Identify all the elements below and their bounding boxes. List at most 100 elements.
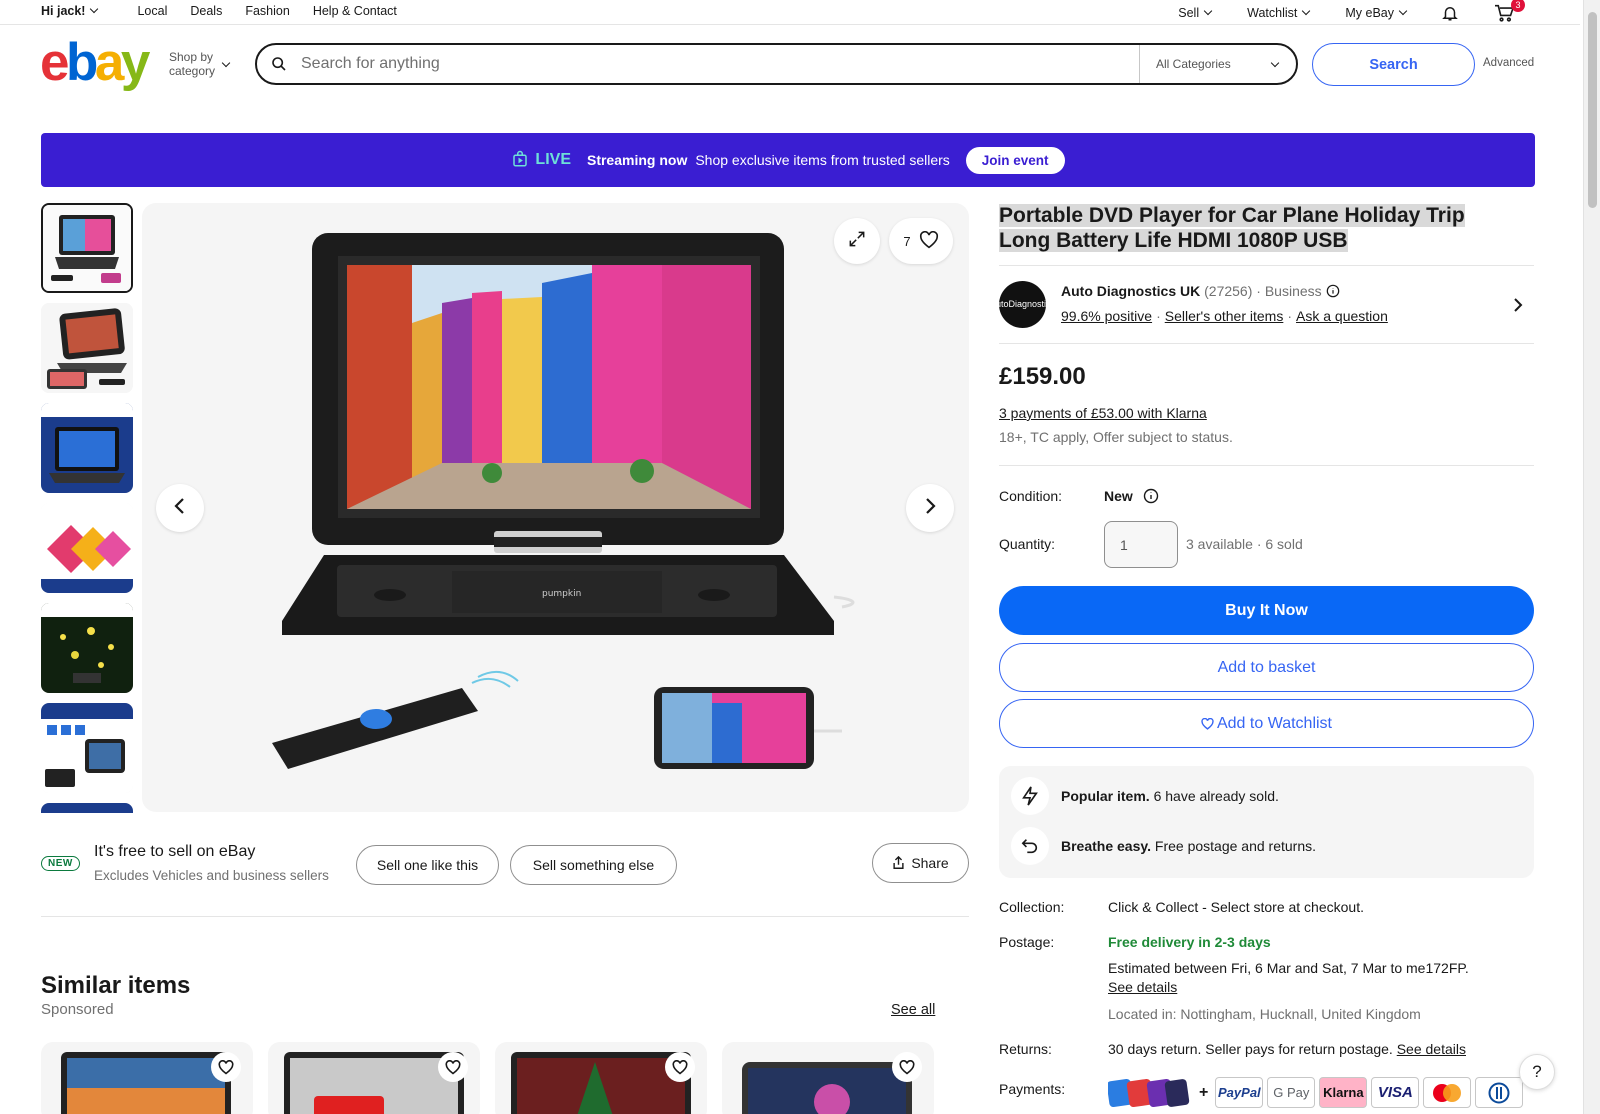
sellers-other-items-link[interactable]: Seller's other items — [1165, 308, 1284, 324]
share-button[interactable]: Share — [872, 843, 969, 883]
shop-by-line1: Shop by — [169, 50, 214, 64]
thumbnail-2[interactable] — [41, 303, 133, 393]
shop-by-category-button[interactable]: Shop by category — [169, 50, 231, 78]
item-highlights: Popular item. 6 have already sold. Breat… — [999, 766, 1534, 878]
payment-methods: + PayPal G Pay Klarna VISA — [1108, 1077, 1524, 1108]
condition-value: New — [1104, 488, 1159, 504]
nav-link-deals[interactable]: Deals — [190, 4, 222, 18]
seller-feedback-count: (27256) — [1204, 283, 1253, 299]
thumbnail-6[interactable] — [41, 703, 133, 793]
chevron-down-icon — [1302, 6, 1311, 16]
seller-name[interactable]: Auto Diagnostics UK — [1061, 283, 1200, 299]
payments-label: Payments: — [999, 1081, 1066, 1097]
divider — [999, 343, 1534, 344]
quantity-label: Quantity: — [999, 536, 1056, 552]
similar-item-card[interactable] — [495, 1042, 707, 1114]
advanced-search-link[interactable]: Advanced — [1483, 57, 1534, 69]
favorite-button[interactable]: 7 — [889, 218, 953, 264]
sell-something-else-button[interactable]: Sell something else — [510, 845, 677, 885]
free-to-sell-subtext: Excludes Vehicles and business sellers — [94, 868, 329, 883]
returns-value: 30 days return. Seller pays for return p… — [1108, 1041, 1466, 1057]
greeting-menu[interactable]: Hi jack! — [41, 4, 99, 18]
buy-it-now-button[interactable]: Buy It Now — [999, 586, 1534, 635]
positive-feedback-link[interactable]: 99.6% positive — [1061, 308, 1152, 324]
favorite-count: 7 — [903, 233, 911, 249]
postage-see-details-link[interactable]: See details — [1108, 979, 1177, 995]
info-icon[interactable] — [1143, 488, 1159, 504]
greeting-text: Hi jack! — [41, 4, 86, 18]
popular-item-row: Popular item. 6 have already sold. — [1011, 777, 1279, 815]
heart-icon — [919, 230, 939, 252]
search-icon — [257, 56, 301, 72]
see-all-link[interactable]: See all — [891, 1002, 935, 1018]
similar-item-card[interactable] — [268, 1042, 480, 1114]
thumbnail-3[interactable] — [41, 403, 133, 493]
join-event-button[interactable]: Join event — [965, 146, 1065, 174]
streaming-label: Streaming now — [586, 152, 688, 168]
chevron-down-icon — [1270, 58, 1280, 67]
collection-value: Click & Collect - Select store at checko… — [1108, 899, 1364, 915]
next-image-button[interactable] — [906, 484, 954, 532]
section-divider — [41, 916, 969, 917]
scrollbar-thumb[interactable] — [1588, 12, 1597, 208]
paypal-logo: PayPal — [1215, 1077, 1264, 1108]
svg-text:pumpkin: pumpkin — [542, 589, 581, 599]
cart-icon[interactable]: 3 — [1494, 0, 1525, 22]
item-title-text: Portable DVD Player for Car Plane Holida… — [999, 204, 1465, 252]
returns-label: Returns: — [999, 1041, 1052, 1057]
my-ebay-menu[interactable]: My eBay — [1345, 6, 1408, 20]
add-to-watchlist-button[interactable]: Add to Watchlist — [999, 699, 1534, 748]
banner-text: Shop exclusive items from trusted seller… — [695, 152, 950, 168]
returns-see-details-link[interactable]: See details — [1397, 1041, 1466, 1057]
top-utility-bar: Hi jack! Local Deals Fashion Help & Cont… — [0, 0, 1580, 25]
nav-link-local[interactable]: Local — [137, 4, 167, 18]
chevron-right-icon[interactable] — [1512, 297, 1524, 318]
heart-icon[interactable] — [211, 1052, 241, 1082]
watchlist-menu-label: Watchlist — [1247, 6, 1298, 20]
main-product-image[interactable]: pumpkin — [142, 203, 969, 812]
breathe-easy-row: Breathe easy. Free postage and returns. — [1011, 827, 1316, 865]
search-button[interactable]: Search — [1312, 43, 1475, 86]
previous-image-button[interactable] — [156, 484, 204, 532]
help-button[interactable]: ? — [1519, 1054, 1555, 1090]
heart-icon[interactable] — [892, 1052, 922, 1082]
similar-item-card[interactable] — [41, 1042, 253, 1114]
heart-icon[interactable] — [665, 1052, 695, 1082]
info-icon[interactable] — [1326, 284, 1340, 298]
ebay-logo[interactable]: ebay — [40, 36, 150, 89]
condition-label: Condition: — [999, 488, 1063, 504]
thumbnail-7[interactable] — [41, 803, 133, 813]
klarna-note: 18+, TC apply, Offer subject to status. — [999, 429, 1233, 445]
klarna-link[interactable]: 3 payments of £53.00 with Klarna — [999, 405, 1207, 421]
thumbnail-4[interactable] — [41, 503, 133, 593]
lightning-icon — [1011, 777, 1049, 815]
category-select[interactable]: All Categories — [1139, 45, 1296, 83]
add-to-basket-button[interactable]: Add to basket — [999, 643, 1534, 692]
quantity-input[interactable]: 1 — [1104, 521, 1178, 568]
similar-item-card[interactable] — [722, 1042, 934, 1114]
popular-item-text: 6 have already sold. — [1153, 788, 1279, 804]
nav-link-fashion[interactable]: Fashion — [245, 4, 289, 18]
nav-link-help-contact[interactable]: Help & Contact — [313, 4, 397, 18]
seller-links: 99.6% positive · Seller's other items · Ask … — [1061, 308, 1388, 324]
thumbnail-1[interactable] — [41, 203, 133, 293]
google-pay-logo: G Pay — [1267, 1077, 1316, 1108]
chevron-left-icon — [173, 497, 187, 520]
klarna-logo: Klarna — [1319, 1077, 1368, 1108]
share-icon — [892, 856, 905, 870]
seller-logo[interactable]: AutoDiagnostics — [999, 281, 1046, 328]
sell-menu[interactable]: Sell — [1178, 6, 1213, 20]
search-bar: All Categories — [255, 43, 1298, 85]
thumbnail-5[interactable] — [41, 603, 133, 693]
page-scrollbar[interactable] — [1583, 0, 1600, 1114]
live-event-banner[interactable]: LIVE Streaming now Shop exclusive items … — [41, 133, 1535, 187]
expand-image-button[interactable] — [834, 218, 880, 264]
ask-a-question-link[interactable]: Ask a question — [1296, 308, 1388, 324]
heart-icon — [1201, 717, 1214, 730]
sell-one-like-this-button[interactable]: Sell one like this — [356, 845, 499, 885]
chevron-right-icon — [923, 497, 937, 520]
heart-icon[interactable] — [438, 1052, 468, 1082]
notification-bell-icon[interactable] — [1440, 4, 1460, 22]
search-input[interactable] — [301, 55, 1139, 73]
watchlist-menu[interactable]: Watchlist — [1247, 6, 1311, 20]
